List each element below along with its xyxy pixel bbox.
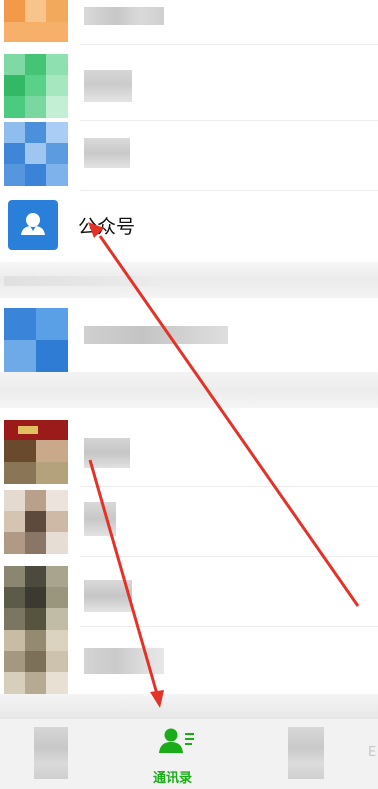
contact-row[interactable] (0, 488, 378, 554)
official-accounts-icon (8, 200, 58, 250)
tab-discover[interactable] (288, 727, 324, 779)
contact-row[interactable] (0, 52, 378, 118)
divider (80, 120, 378, 121)
bottom-tab-bar: 通讯录 E (0, 718, 378, 789)
person-icon (21, 213, 45, 235)
avatar (4, 0, 68, 42)
avatar (4, 630, 68, 694)
contacts-icon (159, 728, 194, 753)
official-accounts-label: 公众号 (78, 216, 136, 238)
contact-row[interactable] (0, 304, 378, 372)
divider (80, 486, 378, 487)
contact-row[interactable] (0, 0, 378, 44)
contact-row[interactable] (0, 558, 378, 630)
avatar (4, 490, 68, 554)
blurred-strip (0, 694, 378, 718)
divider (80, 190, 378, 191)
avatar (4, 54, 68, 118)
avatar (4, 308, 68, 372)
blurred-name (84, 580, 132, 612)
avatar (4, 122, 68, 186)
divider (80, 626, 378, 627)
blurred-name (84, 70, 132, 102)
blurred-name (84, 7, 164, 25)
blurred-name (84, 502, 116, 536)
blurred-name (84, 138, 130, 168)
tab-me-label-partial[interactable]: E (368, 745, 376, 760)
tab-chats[interactable] (34, 727, 68, 779)
blurred-name (84, 326, 228, 344)
blurred-name (84, 648, 164, 674)
avatar (4, 420, 68, 484)
section-header (0, 262, 378, 298)
contact-row[interactable] (0, 122, 378, 188)
divider (80, 556, 378, 557)
tab-contacts-label: 通讯录 (153, 771, 193, 786)
contact-row[interactable] (0, 628, 378, 694)
divider (80, 44, 378, 45)
avatar (4, 566, 68, 630)
blurred-name (84, 438, 130, 468)
official-accounts-row[interactable]: 公众号 (0, 192, 378, 258)
section-header (0, 372, 378, 408)
contact-row[interactable] (0, 418, 378, 484)
tab-contacts[interactable]: 通讯录 (150, 727, 200, 786)
